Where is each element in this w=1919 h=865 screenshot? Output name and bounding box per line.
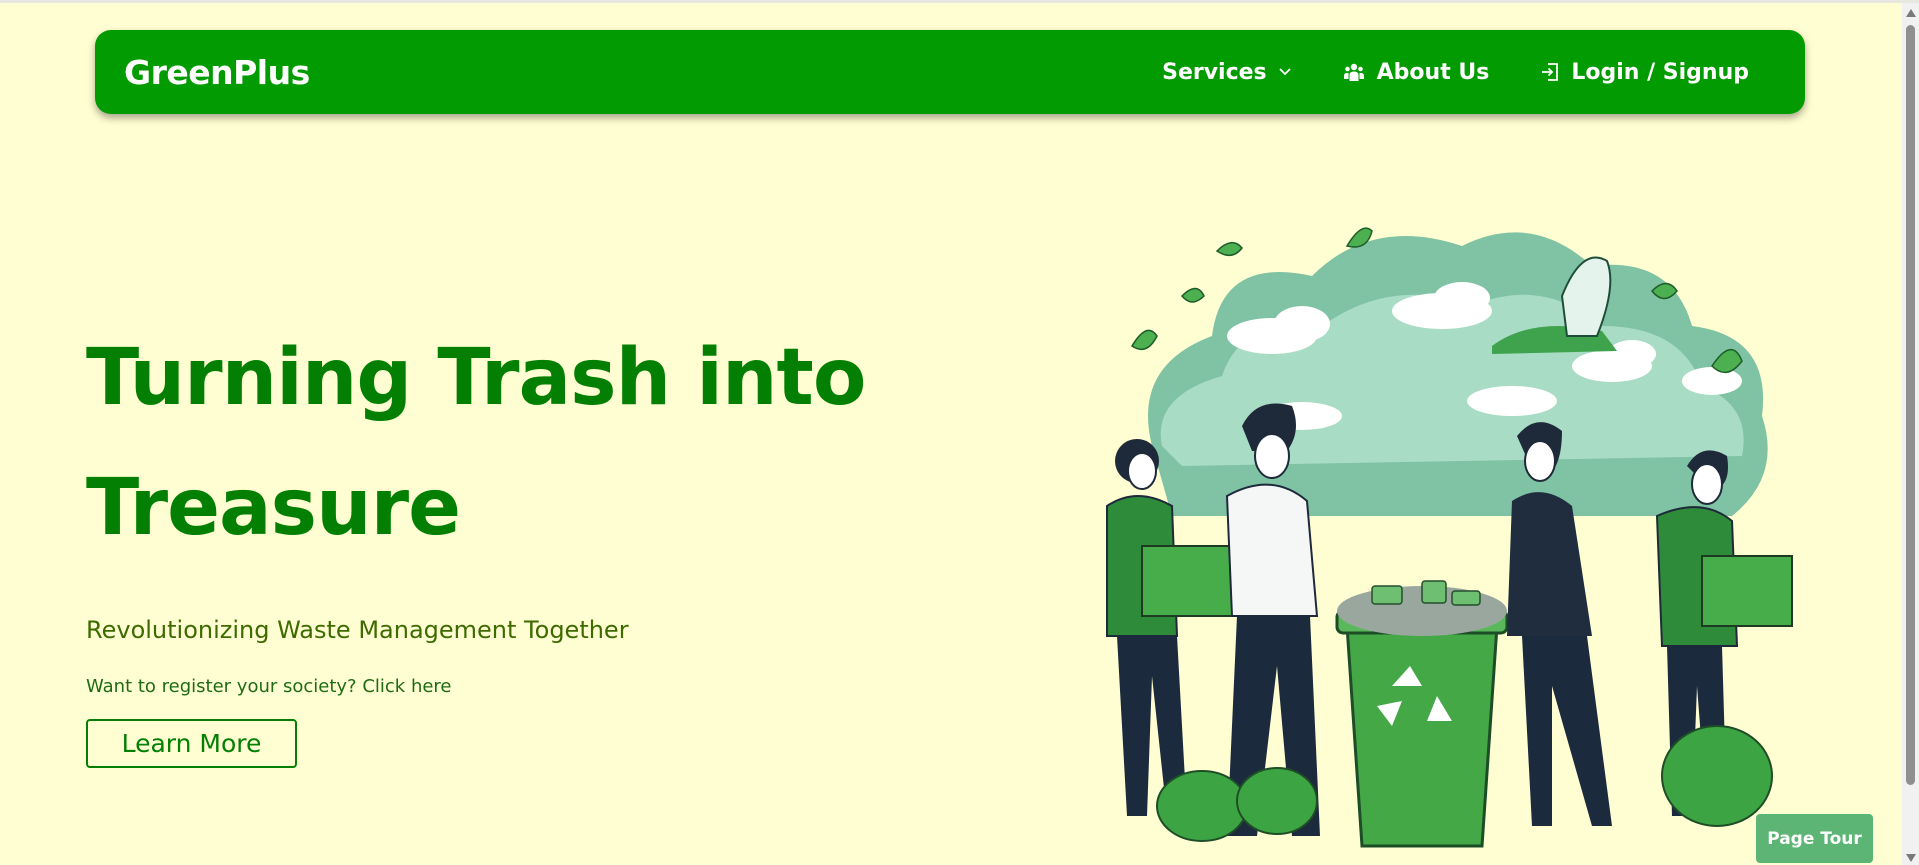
login-icon xyxy=(1542,63,1559,81)
nav-links: Services About Us Login / Signup xyxy=(1162,60,1749,85)
navbar: GreenPlus Services About Us Login / Sign… xyxy=(95,30,1805,114)
page-tour-button[interactable]: Page Tour xyxy=(1756,814,1873,863)
hero-title-line2: Treasure xyxy=(86,463,461,553)
scroll-thumb[interactable] xyxy=(1906,25,1915,785)
services-label: Services xyxy=(1162,59,1267,85)
people-recycling-illustration xyxy=(1106,227,1793,848)
login-signup-label: Login / Signup xyxy=(1571,59,1749,85)
people-icon xyxy=(1343,63,1364,81)
hero-section: Turning Trash into Treasure Revolutioniz… xyxy=(86,313,966,768)
login-signup-link[interactable]: Login / Signup xyxy=(1541,60,1749,85)
brand-logo[interactable]: GreenPlus xyxy=(124,53,310,92)
register-society-link[interactable]: Want to register your society? Click her… xyxy=(86,676,452,697)
recycling-bin xyxy=(1345,624,1499,848)
page: GreenPlus Services About Us Login / Sign… xyxy=(0,0,1919,865)
about-us-link[interactable]: About Us xyxy=(1343,59,1490,85)
register-society-text: Want to register your society? Click her… xyxy=(86,675,966,699)
services-menu[interactable]: Services xyxy=(1162,60,1291,85)
hero-title: Turning Trash into Treasure xyxy=(86,313,966,573)
scroll-down-arrow[interactable] xyxy=(1906,854,1916,862)
learn-more-button[interactable]: Learn More xyxy=(86,719,297,768)
scroll-up-arrow[interactable] xyxy=(1906,9,1916,17)
chevron-down-icon xyxy=(1279,68,1291,76)
hero-subtitle: Revolutionizing Waste Management Togethe… xyxy=(86,616,629,644)
about-us-label: About Us xyxy=(1376,59,1490,85)
scrollbar[interactable] xyxy=(1902,3,1919,865)
hero-title-line1: Turning Trash into xyxy=(86,333,866,423)
